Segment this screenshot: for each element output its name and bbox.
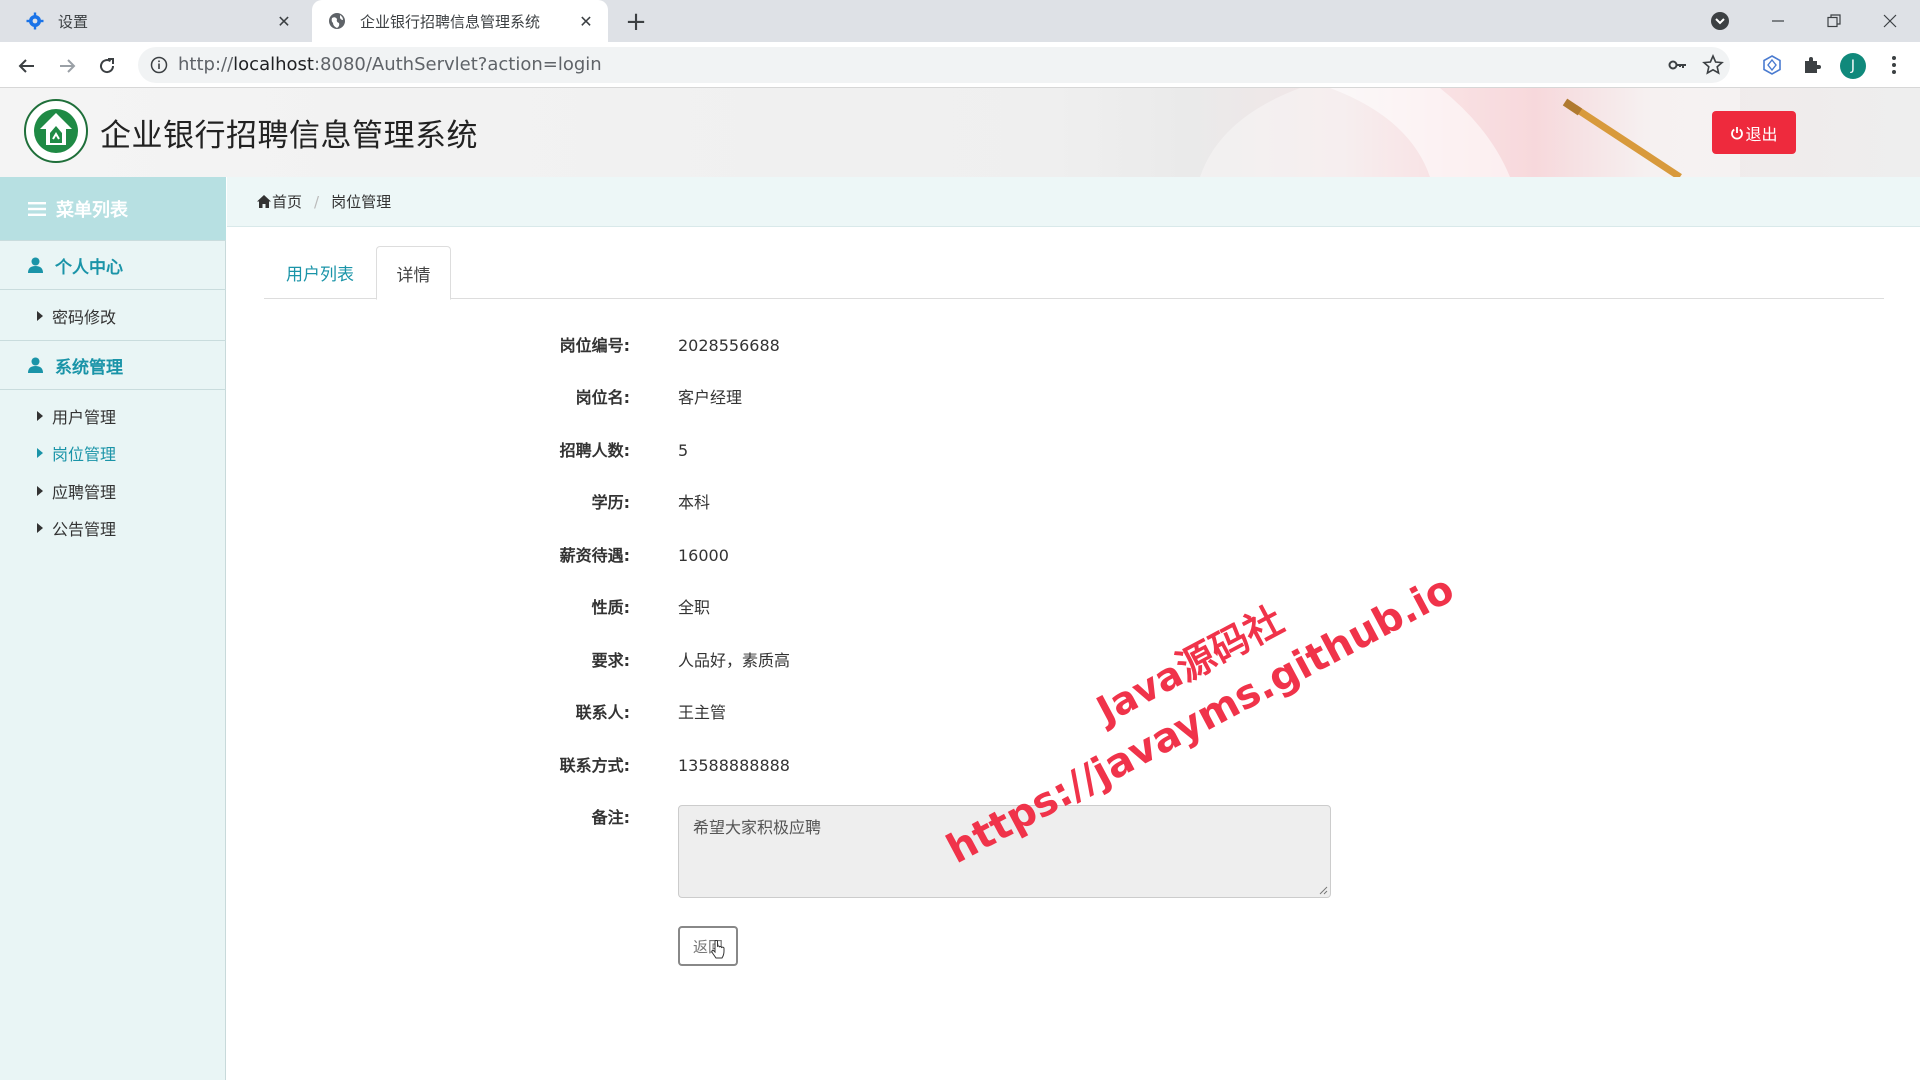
breadcrumb: 首页 / 岗位管理 (227, 177, 1920, 227)
detail-row-contact-phone: 联系方式: 13588888888 (0, 751, 1000, 781)
back-button[interactable]: 返回 (678, 926, 738, 966)
sidebar-item-label: 密码修改 (52, 308, 117, 327)
field-value: 本科 (678, 493, 711, 512)
detail-row-salary: 薪资待遇: 16000 (0, 541, 1000, 571)
university-logo (24, 99, 88, 163)
url-host: localhost (233, 54, 314, 75)
forward-arrow-icon[interactable] (52, 51, 82, 81)
logout-label: 退出 (1745, 124, 1778, 144)
watermark: Java源码社 https://javayms.github.io (913, 521, 1506, 969)
sidebar-menu-header: 菜单列表 (0, 177, 226, 240)
field-value: 全职 (678, 598, 711, 617)
restore-icon[interactable] (1806, 0, 1862, 42)
back-arrow-icon[interactable] (12, 51, 42, 81)
field-value: 2028556688 (678, 336, 780, 355)
extension-hex-icon[interactable] (1760, 53, 1784, 77)
logout-button[interactable]: 退出 (1712, 111, 1796, 154)
minimize-icon[interactable] (1750, 0, 1806, 42)
breadcrumb-home-link[interactable]: 首页 (272, 191, 302, 212)
detail-row-position-id: 岗位编号: 2028556688 (0, 331, 1000, 361)
breadcrumb-separator: / (314, 192, 320, 211)
field-value: 13588888888 (678, 756, 790, 775)
detail-row-position-name: 岗位名: 客户经理 (0, 383, 1000, 413)
sidebar-group-personal[interactable]: 个人中心 (0, 240, 226, 290)
watermark-line-2: https://javayms.github.io (939, 566, 1462, 873)
tab-title: 设置 (58, 12, 89, 31)
app-title: 企业银行招聘信息管理系统 (100, 118, 478, 154)
close-icon[interactable]: ✕ (274, 11, 294, 31)
url-scheme: http:// (178, 54, 234, 75)
field-label: 学历: (591, 493, 630, 512)
field-label: 薪资待遇: (559, 546, 630, 565)
remark-text: 希望大家积极应聘 (693, 818, 822, 837)
puzzle-icon[interactable] (1800, 53, 1824, 77)
address-toolbar: http://localhost:8080/AuthServlet?action… (0, 42, 1920, 88)
tab-title: 企业银行招聘信息管理系统 (360, 12, 541, 31)
profile-avatar[interactable]: J (1840, 53, 1866, 79)
detail-row-headcount: 招聘人数: 5 (0, 436, 1000, 466)
power-icon (1730, 126, 1744, 140)
field-value: 客户经理 (678, 388, 743, 407)
window-close-icon[interactable] (1862, 0, 1918, 42)
mouse-cursor-icon (711, 940, 725, 959)
home-icon (257, 195, 271, 208)
field-value: 5 (678, 441, 689, 460)
field-label: 要求: (591, 651, 630, 670)
menu-head-label: 菜单列表 (56, 199, 128, 221)
info-icon[interactable] (150, 56, 168, 74)
browser-tab-settings[interactable]: 设置 ✕ (0, 0, 306, 42)
field-value: 王主管 (678, 703, 727, 722)
field-label: 招聘人数: (559, 441, 630, 460)
address-bar[interactable]: http://localhost:8080/AuthServlet?action… (138, 47, 1730, 83)
new-tab-button[interactable]: + (622, 7, 650, 37)
detail-row-requirements: 要求: 人品好，素质高 (0, 646, 1000, 676)
url-text: http://localhost:8080/AuthServlet?action… (178, 47, 602, 83)
app-header: 企业银行招聘信息管理系统 退出 (0, 88, 1920, 177)
browser-tab-strip: 设置 ✕ 企业银行招聘信息管理系统 ✕ + (0, 0, 1920, 42)
field-label: 岗位编号: (559, 336, 630, 355)
key-icon[interactable] (1668, 56, 1688, 74)
field-label: 联系人: (575, 703, 630, 722)
detail-row-contact-person: 联系人: 王主管 (0, 698, 1000, 728)
globe-icon (328, 12, 346, 30)
field-label: 联系方式: (559, 756, 630, 775)
field-value: 人品好，素质高 (678, 651, 791, 670)
sidebar-group-label: 个人中心 (55, 257, 123, 278)
caret-right-icon (37, 311, 43, 321)
sidebar-item-label: 公告管理 (52, 520, 117, 539)
header-background-decoration (1200, 88, 1740, 177)
breadcrumb-current: 岗位管理 (331, 193, 392, 211)
field-label: 岗位名: (575, 388, 630, 407)
caret-right-icon (37, 523, 43, 533)
tab-detail[interactable]: 详情 (376, 246, 451, 300)
url-path: :8080/AuthServlet?action=login (313, 54, 602, 75)
resize-grip-icon[interactable] (1318, 885, 1328, 895)
more-menu-icon[interactable] (1882, 53, 1906, 77)
field-label: 性质: (591, 598, 630, 617)
reload-icon[interactable] (92, 51, 122, 81)
field-value: 16000 (678, 546, 729, 565)
content-tabs: 用户列表 详情 (264, 246, 1884, 300)
detail-row-job-type: 性质: 全职 (0, 593, 1000, 623)
tab-user-list[interactable]: 用户列表 (264, 246, 376, 299)
sidebar-item-password[interactable]: 密码修改 (0, 298, 226, 334)
list-icon (28, 201, 46, 216)
tab-search-icon[interactable] (1708, 9, 1732, 33)
gear-icon (26, 12, 44, 30)
browser-tab-active[interactable]: 企业银行招聘信息管理系统 ✕ (312, 0, 608, 42)
user-icon (28, 257, 43, 273)
close-icon[interactable]: ✕ (576, 11, 596, 31)
bookmark-star-icon[interactable] (1702, 53, 1724, 76)
field-label: 备注: (591, 808, 630, 827)
detail-row-education: 学历: 本科 (0, 488, 1000, 518)
sidebar: 菜单列表 个人中心 密码修改 系统管理 用户管理 岗位管理 应聘管理 公告管理 (0, 177, 226, 1080)
